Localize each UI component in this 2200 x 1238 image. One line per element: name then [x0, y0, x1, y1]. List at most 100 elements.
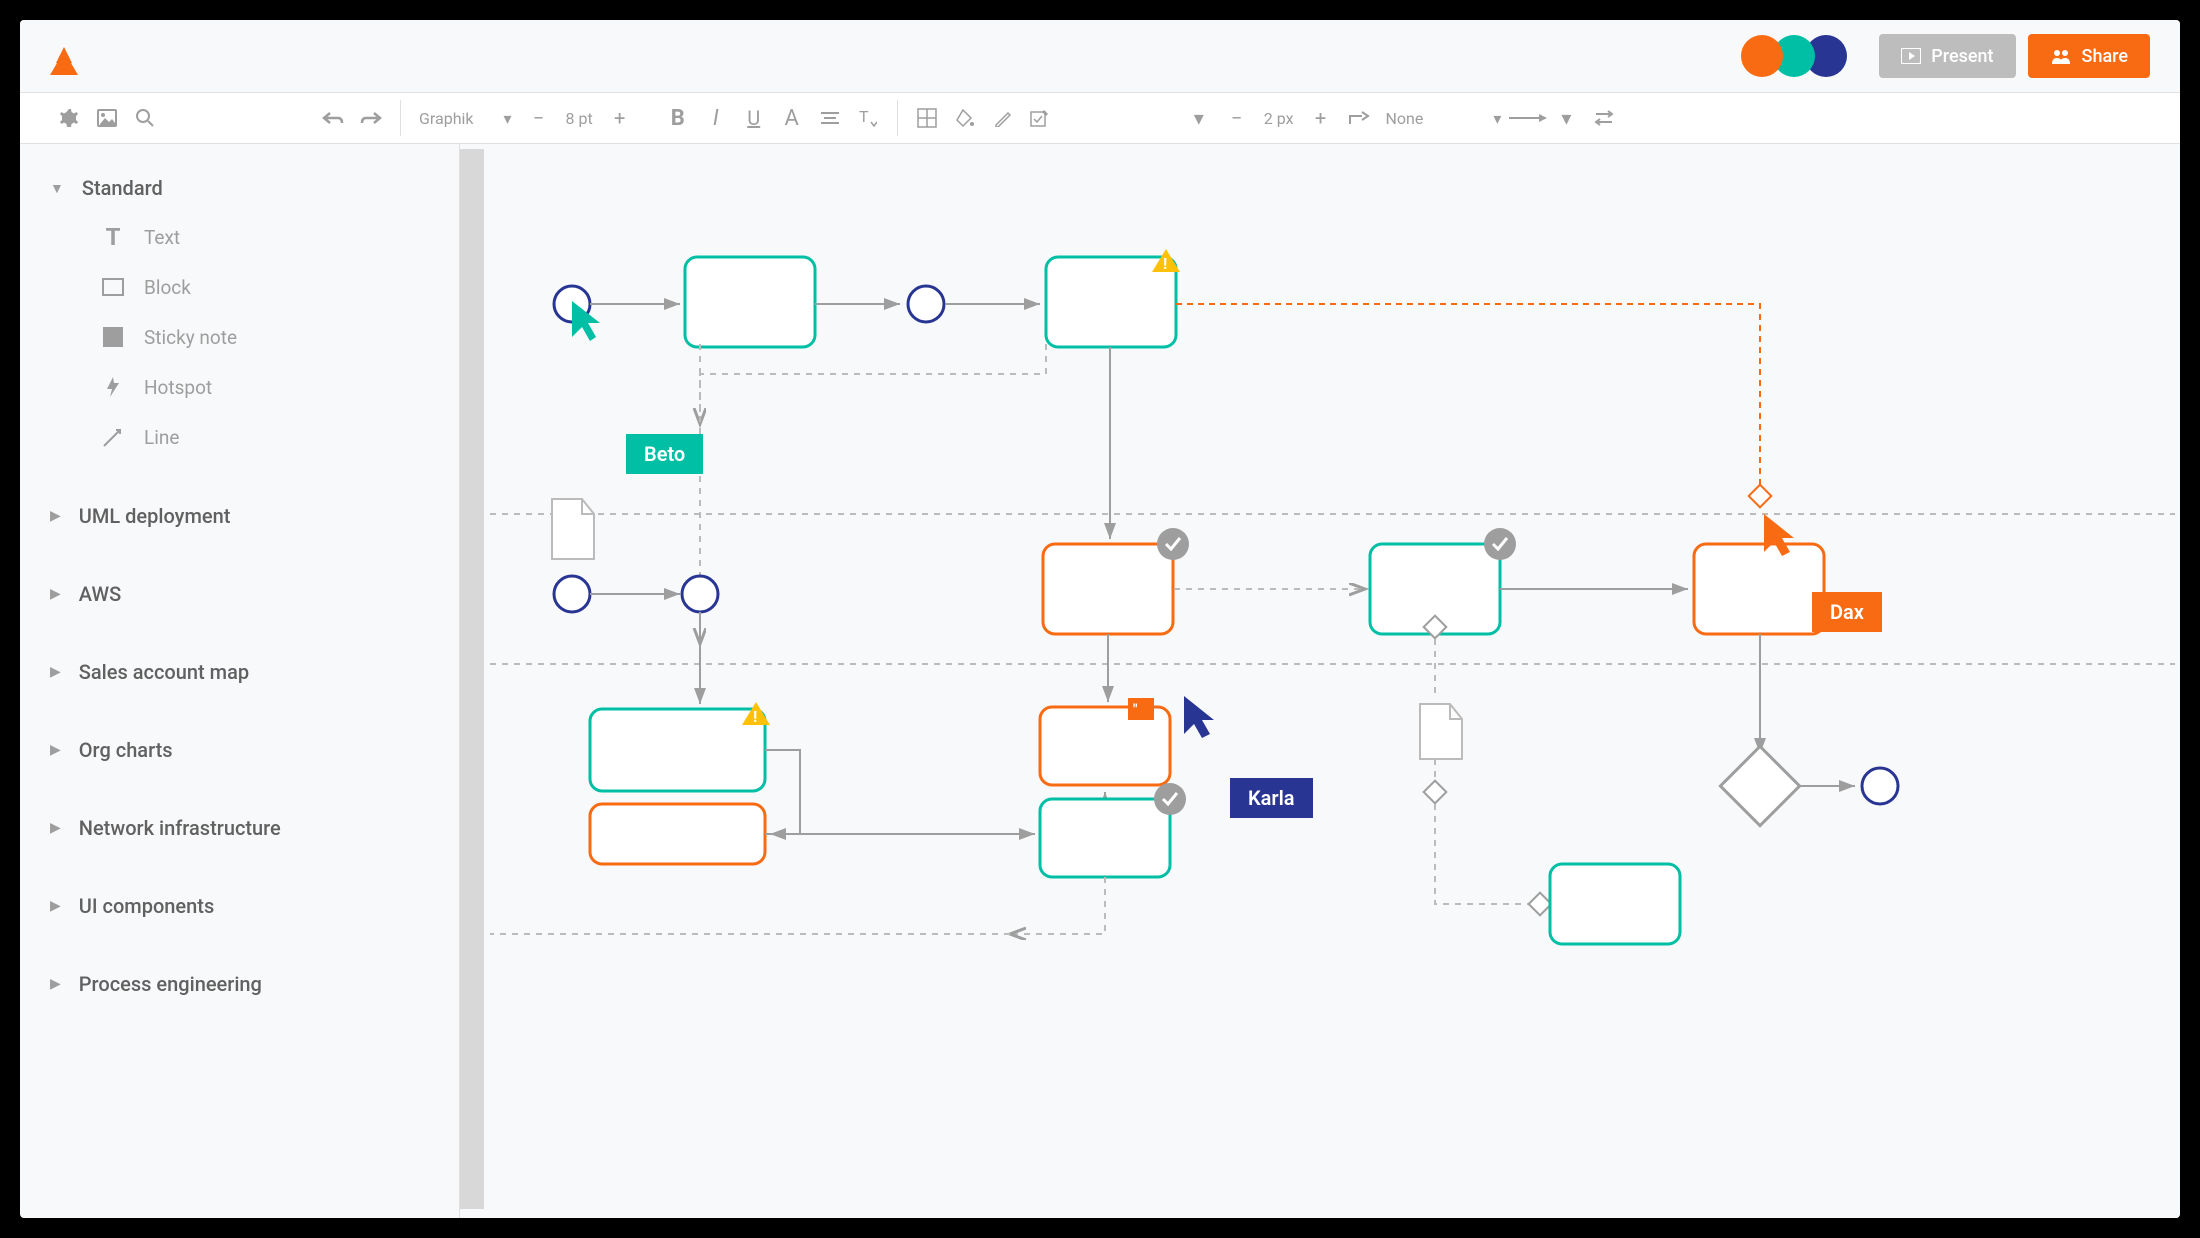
sidebar-item-line[interactable]: Line: [100, 412, 429, 462]
endpoint-value: None: [1386, 109, 1424, 128]
present-button[interactable]: Present: [1879, 34, 2015, 78]
gear-icon: [58, 107, 80, 129]
canvas[interactable]: !: [460, 144, 2180, 1218]
chevron-right-icon: ▶: [50, 820, 61, 836]
italic-button[interactable]: I: [697, 99, 735, 137]
end-node[interactable]: [1862, 768, 1898, 804]
line-width-increase[interactable]: +: [1302, 99, 1340, 137]
sticky-icon: [100, 324, 126, 350]
process-node[interactable]: [590, 804, 765, 864]
connector-button[interactable]: [1340, 99, 1378, 137]
play-icon: [1901, 48, 1921, 64]
hotspot-icon: [100, 374, 126, 400]
line-style-button[interactable]: [1509, 99, 1547, 137]
avatar[interactable]: [1741, 35, 1783, 77]
check-edit-button[interactable]: [1022, 99, 1060, 137]
font-name: Graphik: [419, 109, 474, 128]
chevron-right-icon: ▶: [50, 508, 61, 524]
comment-icon[interactable]: [1128, 698, 1154, 720]
text-color-button[interactable]: A: [773, 99, 811, 137]
share-button[interactable]: Share: [2028, 34, 2150, 78]
underline-button[interactable]: U: [735, 99, 773, 137]
font-selector[interactable]: Graphik▾: [411, 109, 520, 128]
category-uml[interactable]: ▶UML deployment: [50, 492, 429, 540]
category-org[interactable]: ▶Org charts: [50, 726, 429, 774]
redo-button[interactable]: [352, 99, 390, 137]
category-standard[interactable]: ▼ Standard: [50, 164, 429, 212]
check-badge: [1154, 783, 1186, 815]
event-node[interactable]: [908, 286, 944, 322]
sidebar: ▼ Standard T Text Block Sticky note: [20, 144, 460, 1218]
layout-button[interactable]: [908, 99, 946, 137]
document-icon[interactable]: [552, 499, 594, 559]
gateway-small[interactable]: [1529, 893, 1552, 916]
font-size: 8 pt: [558, 109, 601, 128]
fill-icon: [955, 108, 975, 128]
category-process[interactable]: ▶ Process engineering: [50, 960, 429, 1008]
svg-text:!: !: [753, 707, 757, 726]
sidebar-item-sticky[interactable]: Sticky note: [100, 312, 429, 362]
search-icon: [135, 108, 155, 128]
undo-button[interactable]: [314, 99, 352, 137]
swap-icon: [1594, 110, 1614, 126]
endpoint-selector[interactable]: None▾: [1378, 109, 1510, 128]
cursor-icon: [1758, 508, 1798, 560]
swap-button[interactable]: [1585, 99, 1623, 137]
sidebar-item-text[interactable]: T Text: [100, 212, 429, 262]
item-label: Block: [144, 276, 191, 299]
connector-icon: [1348, 108, 1370, 128]
sidebar-item-block[interactable]: Block: [100, 262, 429, 312]
present-label: Present: [1931, 46, 1993, 67]
svg-text:": ": [1133, 702, 1138, 718]
start-node[interactable]: [554, 576, 590, 612]
check-edit-icon: [1030, 108, 1052, 128]
gateway-small[interactable]: [1749, 485, 1772, 508]
align-button[interactable]: [811, 99, 849, 137]
font-size-decrease[interactable]: −: [520, 99, 558, 137]
block-icon: [100, 274, 126, 300]
pen-button[interactable]: [984, 99, 1022, 137]
svg-text:!: !: [1163, 254, 1167, 273]
gateway-node[interactable]: [1720, 746, 1799, 825]
item-label: Hotspot: [144, 376, 212, 399]
cursor-icon: [1178, 690, 1218, 742]
category-network[interactable]: ▶ Network infrastructure: [50, 804, 429, 852]
process-node[interactable]: [1040, 799, 1170, 877]
category-aws[interactable]: ▶AWS: [50, 570, 429, 618]
category-sales[interactable]: ▶Sales account map: [50, 648, 429, 696]
line-width-decrease[interactable]: −: [1218, 99, 1256, 137]
search-button[interactable]: [126, 99, 164, 137]
sidebar-item-hotspot[interactable]: Hotspot: [100, 362, 429, 412]
category-label: Standard: [82, 176, 163, 200]
bold-button[interactable]: B: [659, 99, 697, 137]
category-label: Sales account map: [79, 660, 249, 684]
line-width: 2 px: [1256, 109, 1302, 128]
svg-text:T: T: [859, 108, 869, 126]
process-node[interactable]: [1043, 544, 1173, 634]
category-label: Network infrastructure: [79, 816, 281, 840]
text-dir-icon: T: [859, 108, 877, 128]
image-button[interactable]: [88, 99, 126, 137]
collaborator-cursor-karla: Karla: [1230, 778, 1313, 818]
category-label: Process engineering: [79, 972, 262, 996]
chevron-right-icon: ▶: [50, 976, 61, 992]
settings-button[interactable]: [50, 99, 88, 137]
process-node[interactable]: [590, 709, 765, 791]
font-size-increase[interactable]: +: [601, 99, 639, 137]
chevron-down-icon[interactable]: ▾: [1547, 99, 1585, 137]
fill-button[interactable]: [946, 99, 984, 137]
people-icon: [2050, 48, 2072, 64]
event-node[interactable]: [682, 576, 718, 612]
app-window: Present Share Graphik▾ − 8 pt + B I U A …: [20, 20, 2180, 1218]
logo-icon[interactable]: [50, 37, 78, 75]
content-area: ▼ Standard T Text Block Sticky note: [20, 144, 2180, 1218]
document-icon[interactable]: [1420, 704, 1462, 759]
chevron-right-icon: ▶: [50, 898, 61, 914]
text-direction-button[interactable]: T: [849, 99, 887, 137]
chevron-down-icon[interactable]: ▾: [1180, 99, 1218, 137]
category-ui[interactable]: ▶UI components: [50, 882, 429, 930]
gateway-small[interactable]: [1424, 781, 1447, 804]
process-node[interactable]: [1550, 864, 1680, 944]
diagram-svg[interactable]: !: [460, 144, 2180, 1214]
process-node[interactable]: [685, 257, 815, 347]
